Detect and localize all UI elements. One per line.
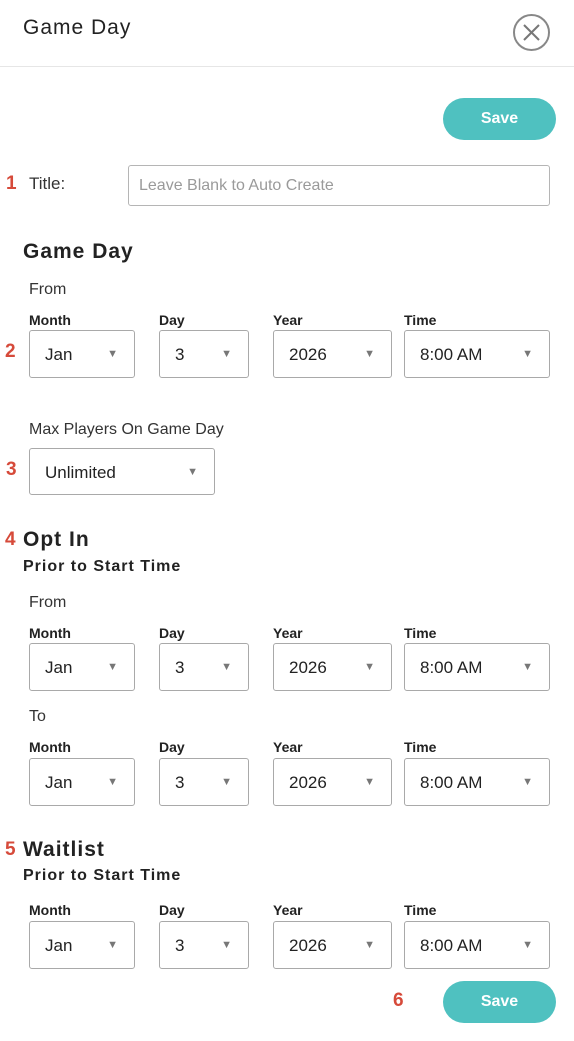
caret-down-icon: ▼ <box>187 466 198 478</box>
opt-in-from-year-select[interactable]: 2026 ▼ <box>273 643 392 691</box>
waitlist-month-value: Jan <box>45 936 73 955</box>
opt-in-to-day-value: 3 <box>175 773 185 792</box>
caret-down-icon: ▼ <box>364 776 375 788</box>
save-button-top[interactable]: Save <box>443 98 556 140</box>
step-marker-5: 5 <box>5 839 16 860</box>
opt-in-from-year-value: 2026 <box>289 658 327 677</box>
title-label: Title: <box>29 174 66 193</box>
title-input[interactable] <box>128 165 550 206</box>
caret-down-icon: ▼ <box>522 348 533 360</box>
opt-in-from-month-label: Month <box>29 625 71 641</box>
waitlist-heading: Waitlist <box>23 838 105 861</box>
game-day-time-label: Time <box>404 312 437 328</box>
caret-down-icon: ▼ <box>522 776 533 788</box>
waitlist-time-label: Time <box>404 902 437 918</box>
opt-in-from-time-select[interactable]: 8:00 AM ▼ <box>404 643 550 691</box>
opt-in-to-year-select[interactable]: 2026 ▼ <box>273 758 392 806</box>
step-marker-1: 1 <box>6 173 17 194</box>
game-day-day-label: Day <box>159 312 185 328</box>
caret-down-icon: ▼ <box>221 776 232 788</box>
opt-in-from-year-label: Year <box>273 625 303 641</box>
caret-down-icon: ▼ <box>221 939 232 951</box>
opt-in-heading: Opt In <box>23 528 90 551</box>
waitlist-month-label: Month <box>29 902 71 918</box>
game-day-month-value: Jan <box>45 345 73 364</box>
waitlist-subheading: Prior to Start Time <box>23 867 182 884</box>
caret-down-icon: ▼ <box>522 661 533 673</box>
step-marker-3: 3 <box>6 459 17 480</box>
step-marker-4: 4 <box>5 529 16 550</box>
step-marker-2: 2 <box>5 341 16 362</box>
waitlist-year-select[interactable]: 2026 ▼ <box>273 921 392 969</box>
caret-down-icon: ▼ <box>364 661 375 673</box>
opt-in-from-day-value: 3 <box>175 658 185 677</box>
opt-in-from-label: From <box>29 594 67 611</box>
opt-in-to-month-select[interactable]: Jan ▼ <box>29 758 135 806</box>
caret-down-icon: ▼ <box>364 348 375 360</box>
opt-in-from-day-select[interactable]: 3 ▼ <box>159 643 249 691</box>
waitlist-day-label: Day <box>159 902 185 918</box>
game-day-from-label: From <box>29 281 67 298</box>
opt-in-to-time-value: 8:00 AM <box>420 773 483 792</box>
game-day-month-select[interactable]: Jan ▼ <box>29 330 135 378</box>
opt-in-to-time-select[interactable]: 8:00 AM ▼ <box>404 758 550 806</box>
caret-down-icon: ▼ <box>221 348 232 360</box>
close-button[interactable] <box>513 14 550 51</box>
waitlist-year-label: Year <box>273 902 303 918</box>
game-day-heading: Game Day <box>23 240 134 263</box>
game-day-time-value: 8:00 AM <box>420 345 483 364</box>
step-marker-6: 6 <box>393 990 404 1011</box>
opt-in-from-month-value: Jan <box>45 658 73 677</box>
opt-in-from-time-label: Time <box>404 625 437 641</box>
opt-in-to-day-select[interactable]: 3 ▼ <box>159 758 249 806</box>
caret-down-icon: ▼ <box>107 661 118 673</box>
game-day-year-value: 2026 <box>289 345 327 364</box>
max-players-value: Unlimited <box>45 463 116 482</box>
caret-down-icon: ▼ <box>221 661 232 673</box>
opt-in-to-day-label: Day <box>159 739 185 755</box>
close-icon <box>523 24 540 41</box>
opt-in-to-time-label: Time <box>404 739 437 755</box>
game-day-time-select[interactable]: 8:00 AM ▼ <box>404 330 550 378</box>
waitlist-day-value: 3 <box>175 936 185 955</box>
game-day-day-select[interactable]: 3 ▼ <box>159 330 249 378</box>
waitlist-time-select[interactable]: 8:00 AM ▼ <box>404 921 550 969</box>
game-day-day-value: 3 <box>175 345 185 364</box>
game-day-month-label: Month <box>29 312 71 328</box>
panel-header: Game Day <box>0 0 574 67</box>
opt-in-from-time-value: 8:00 AM <box>420 658 483 677</box>
waitlist-day-select[interactable]: 3 ▼ <box>159 921 249 969</box>
caret-down-icon: ▼ <box>107 939 118 951</box>
opt-in-from-day-label: Day <box>159 625 185 641</box>
opt-in-to-year-value: 2026 <box>289 773 327 792</box>
max-players-label: Max Players On Game Day <box>29 421 224 438</box>
waitlist-year-value: 2026 <box>289 936 327 955</box>
caret-down-icon: ▼ <box>364 939 375 951</box>
save-button-bottom[interactable]: Save <box>443 981 556 1023</box>
waitlist-time-value: 8:00 AM <box>420 936 483 955</box>
opt-in-to-label: To <box>29 708 46 725</box>
game-day-year-label: Year <box>273 312 303 328</box>
caret-down-icon: ▼ <box>522 939 533 951</box>
opt-in-subheading: Prior to Start Time <box>23 558 182 575</box>
caret-down-icon: ▼ <box>107 348 118 360</box>
opt-in-to-year-label: Year <box>273 739 303 755</box>
opt-in-to-month-label: Month <box>29 739 71 755</box>
opt-in-to-month-value: Jan <box>45 773 73 792</box>
max-players-select[interactable]: Unlimited ▼ <box>29 448 215 495</box>
caret-down-icon: ▼ <box>107 776 118 788</box>
panel-title: Game Day <box>23 16 132 39</box>
opt-in-from-month-select[interactable]: Jan ▼ <box>29 643 135 691</box>
waitlist-month-select[interactable]: Jan ▼ <box>29 921 135 969</box>
game-day-year-select[interactable]: 2026 ▼ <box>273 330 392 378</box>
